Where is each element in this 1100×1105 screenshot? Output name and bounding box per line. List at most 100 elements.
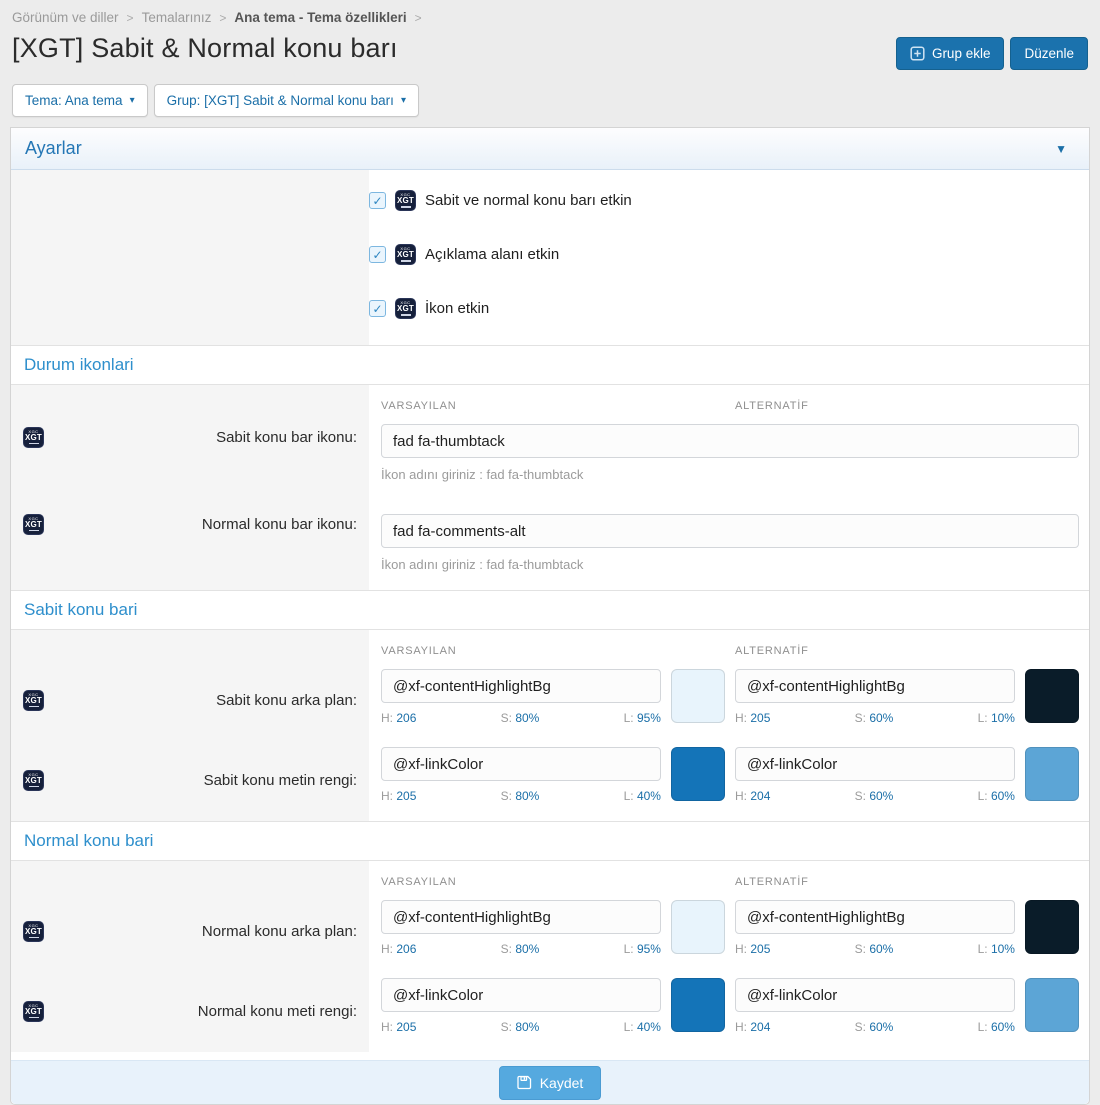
normal-bar-section-header: Normal konu bari <box>11 821 1089 861</box>
normal-text-alt-input[interactable] <box>735 978 1015 1012</box>
column-header-alternative: ALTERNATİF <box>735 400 809 412</box>
field-row-normal-bg: XGCXGT Normal konu arka plan: H: 206 S: … <box>11 892 1089 970</box>
hsl-s-value: 60% <box>869 942 893 956</box>
label-cell-empty <box>11 458 369 500</box>
hsl-h-key: H: <box>381 711 393 725</box>
save-floppy-icon <box>517 1075 532 1090</box>
status-icons-section-header: Durum ikonlari <box>11 345 1089 385</box>
breadcrumb-item-current[interactable]: Ana tema - Tema özellikleri <box>234 10 406 25</box>
icon-input-hint: İkon adını giriniz : fad fa-thumbtack <box>381 467 1077 482</box>
edit-button[interactable]: Düzenle <box>1010 37 1088 70</box>
theme-select-button[interactable]: Tema: Ana tema ▾ <box>12 84 148 117</box>
add-group-button[interactable]: Grup ekle <box>896 37 1005 70</box>
hsl-s-key: S: <box>501 942 512 956</box>
hsl-s-value: 60% <box>869 1020 893 1034</box>
hsl-readout: H: 205 S: 80% L: 40% <box>381 1020 661 1034</box>
column-header-row: VARSAYILAN ALTERNATİF <box>11 630 1089 661</box>
field-row-pinned-text-color: XGCXGT Sabit konu metin rengi: H: 205 S:… <box>11 739 1089 821</box>
hsl-l-key: L: <box>978 789 988 803</box>
edit-button-label: Düzenle <box>1024 46 1074 61</box>
hsl-readout: H: 206 S: 80% L: 95% <box>381 942 661 956</box>
pinned-bg-alt-input[interactable] <box>735 669 1015 703</box>
hsl-readout: H: 204 S: 60% L: 60% <box>735 789 1015 803</box>
label-cell-empty <box>11 170 369 345</box>
breadcrumb-separator: > <box>415 11 422 25</box>
field-label: Normal konu meti rengi: <box>198 1003 357 1020</box>
hsl-l-key: L: <box>624 942 634 956</box>
field-row-pinned-icon: XGCXGT Sabit konu bar ikonu: <box>11 416 1089 458</box>
field-label-cell: XGCXGT Normal konu bar ikonu: <box>11 500 369 548</box>
hsl-readout: H: 205 S: 80% L: 40% <box>381 789 661 803</box>
hsl-h-key: H: <box>735 789 747 803</box>
group-select-label: Grup: [XGT] Sabit & Normal konu barı <box>167 93 394 108</box>
column-header-alternative: ALTERNATİF <box>735 876 809 888</box>
checkbox-icon-enabled[interactable]: ✓ <box>369 300 386 317</box>
label-cell-empty <box>11 861 369 892</box>
collapse-arrow-icon[interactable]: ▼ <box>1055 142 1067 156</box>
breadcrumb-item-appearance[interactable]: Görünüm ve diller <box>12 10 119 25</box>
normal-bg-default-input[interactable] <box>381 900 661 934</box>
group-select-button[interactable]: Grup: [XGT] Sabit & Normal konu barı ▾ <box>154 84 419 117</box>
pinned-text-default-swatch[interactable] <box>671 747 725 801</box>
hsl-h-value: 205 <box>750 711 770 725</box>
hsl-l-value: 60% <box>991 789 1015 803</box>
pinned-text-default-input[interactable] <box>381 747 661 781</box>
pinned-bar-section-title: Sabit konu bari <box>24 600 137 619</box>
column-header-default: VARSAYILAN <box>381 876 456 888</box>
hsl-h-key: H: <box>381 1020 393 1034</box>
hsl-l-key: L: <box>624 711 634 725</box>
hsl-l-value: 95% <box>637 942 661 956</box>
normal-bar-section-title: Normal konu bari <box>24 831 153 850</box>
checkbox-description-enabled[interactable]: ✓ <box>369 246 386 263</box>
checkbox-bar-enabled[interactable]: ✓ <box>369 192 386 209</box>
hsl-l-key: L: <box>978 942 988 956</box>
hsl-readout: H: 204 S: 60% L: 60% <box>735 1020 1015 1034</box>
hsl-h-key: H: <box>735 711 747 725</box>
settings-section-header[interactable]: Ayarlar ▼ <box>11 128 1089 170</box>
normal-text-default-input[interactable] <box>381 978 661 1012</box>
normal-text-default-swatch[interactable] <box>671 978 725 1032</box>
hsl-s-key: S: <box>501 1020 512 1034</box>
pinned-text-alt-swatch[interactable] <box>1025 747 1079 801</box>
hsl-s-key: S: <box>855 789 866 803</box>
normal-text-alt-swatch[interactable] <box>1025 978 1079 1032</box>
save-button[interactable]: Kaydet <box>499 1066 602 1100</box>
hsl-s-value: 80% <box>515 1020 539 1034</box>
pinned-bg-alt-swatch[interactable] <box>1025 669 1079 723</box>
status-icons-section-title: Durum ikonlari <box>24 355 134 374</box>
hint-row: İkon adını giriniz : fad fa-thumbtack <box>11 548 1089 590</box>
pinned-text-alt-input[interactable] <box>735 747 1015 781</box>
hsl-h-value: 206 <box>396 942 416 956</box>
footer-save-bar: Kaydet <box>11 1060 1089 1104</box>
normal-icon-input[interactable] <box>381 514 1079 548</box>
normal-bg-alt-input[interactable] <box>735 900 1015 934</box>
label-cell-empty <box>11 385 369 416</box>
normal-bg-default-swatch[interactable] <box>671 900 725 954</box>
hsl-s-key: S: <box>855 942 866 956</box>
add-group-button-label: Grup ekle <box>932 46 991 61</box>
hsl-s-key: S: <box>501 711 512 725</box>
hsl-h-key: H: <box>735 942 747 956</box>
breadcrumb-item-themes[interactable]: Temalarınız <box>142 10 212 25</box>
field-label: Normal konu bar ikonu: <box>202 516 357 533</box>
hint-row: İkon adını giriniz : fad fa-thumbtack <box>11 458 1089 500</box>
pinned-icon-input[interactable] <box>381 424 1079 458</box>
hsl-s-key: S: <box>855 711 866 725</box>
page-title: [XGT] Sabit & Normal konu barı <box>12 33 398 64</box>
breadcrumb-separator: > <box>127 11 134 25</box>
pinned-bg-default-swatch[interactable] <box>671 669 725 723</box>
hsl-h-value: 206 <box>396 711 416 725</box>
normal-bg-alt-swatch[interactable] <box>1025 900 1079 954</box>
checkbox-row-icon-enabled: ✓ XGCXGT İkon etkin <box>369 298 1089 319</box>
breadcrumb: Görünüm ve diller > Temalarınız > Ana te… <box>12 10 1088 25</box>
hsl-l-value: 40% <box>637 789 661 803</box>
field-label: Normal konu arka plan: <box>202 923 357 940</box>
hsl-h-value: 204 <box>750 789 770 803</box>
hsl-s-value: 80% <box>515 942 539 956</box>
hsl-readout: H: 205 S: 60% L: 10% <box>735 711 1015 725</box>
hsl-l-value: 10% <box>991 711 1015 725</box>
xgt-addon-icon: XGCXGT <box>395 190 416 211</box>
hsl-s-key: S: <box>855 1020 866 1034</box>
pinned-bg-default-input[interactable] <box>381 669 661 703</box>
breadcrumb-separator: > <box>219 11 226 25</box>
